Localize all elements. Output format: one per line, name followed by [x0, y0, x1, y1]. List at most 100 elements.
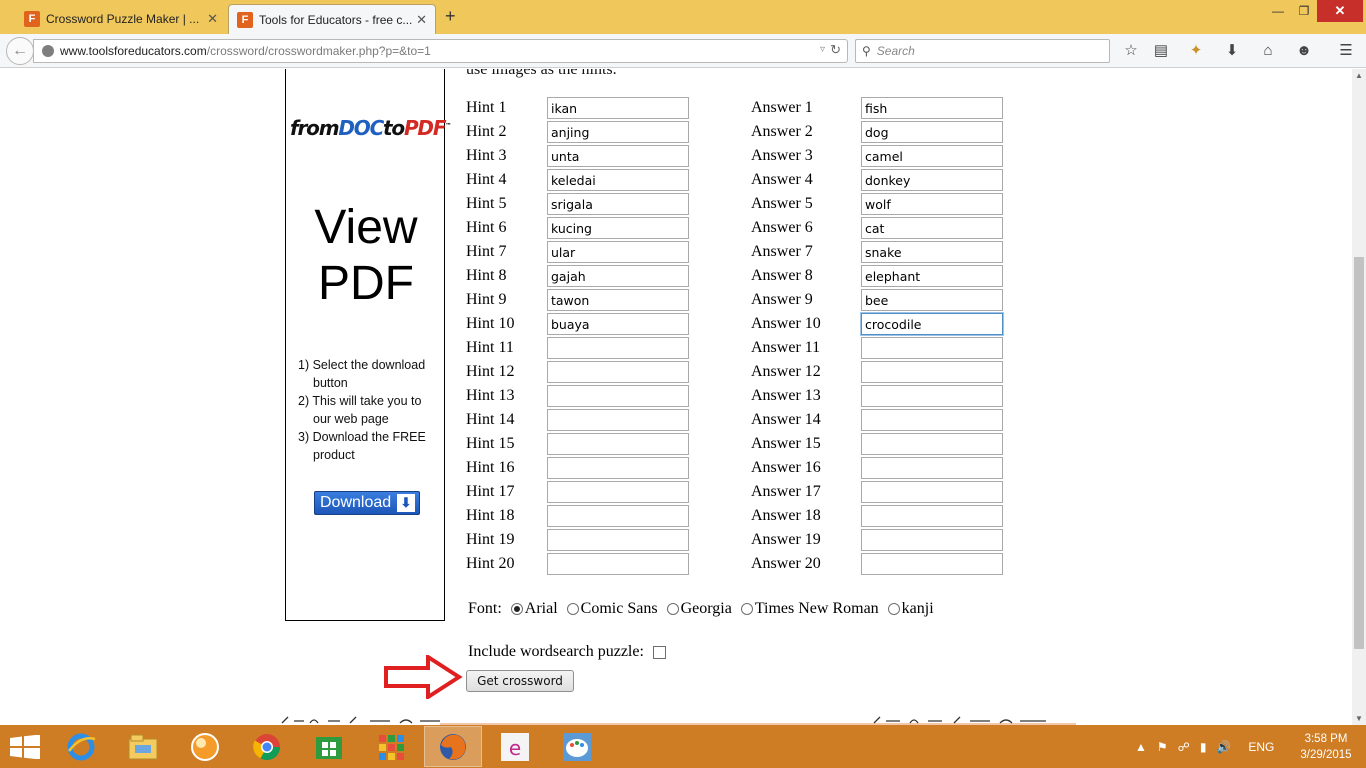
firefox-icon[interactable]: [424, 726, 482, 767]
answer-input[interactable]: [861, 241, 1003, 263]
search-input[interactable]: ⚲ Search: [855, 39, 1110, 63]
chrome-icon[interactable]: [238, 726, 296, 767]
tab-close-icon[interactable]: ✕: [207, 11, 218, 27]
hint-input[interactable]: [547, 409, 689, 431]
hint-label: Hint 16: [466, 459, 515, 476]
media-player-icon[interactable]: [176, 726, 234, 767]
answer-input[interactable]: [861, 169, 1003, 191]
hint-label: Hint 5: [466, 195, 507, 212]
answer-input[interactable]: [861, 217, 1003, 239]
answer-input[interactable]: [861, 505, 1003, 527]
hint-input[interactable]: [547, 505, 689, 527]
ad-download-button[interactable]: Download ⬇: [314, 491, 420, 515]
hint-input[interactable]: [547, 217, 689, 239]
pdf-advertisement[interactable]: fromDOCtoPDF™ View PDF 1) Select the dow…: [285, 69, 451, 621]
bookmark-star-icon[interactable]: ☆: [1121, 41, 1141, 61]
font-option-label[interactable]: Arial: [525, 600, 558, 618]
file-explorer-icon[interactable]: [114, 726, 172, 767]
hint-input[interactable]: [547, 121, 689, 143]
show-hidden-icons-icon[interactable]: ▲: [1135, 740, 1147, 754]
network-icon[interactable]: ☍: [1178, 740, 1190, 754]
answer-input[interactable]: [861, 433, 1003, 455]
answer-input[interactable]: [861, 193, 1003, 215]
hint-input[interactable]: [547, 529, 689, 551]
answer-input[interactable]: [861, 265, 1003, 287]
hint-input[interactable]: [547, 337, 689, 359]
answer-input[interactable]: [861, 481, 1003, 503]
url-history-dropdown-icon[interactable]: ▿: [820, 44, 825, 55]
apps-grid-icon[interactable]: [362, 726, 420, 767]
font-radio[interactable]: [740, 603, 753, 615]
get-crossword-button[interactable]: Get crossword: [466, 670, 574, 692]
answer-input[interactable]: [861, 361, 1003, 383]
tab-crossword-puzzle-maker[interactable]: F Crossword Puzzle Maker | ... ✕: [16, 4, 226, 34]
internet-explorer-icon[interactable]: [52, 726, 110, 767]
hint-input[interactable]: [547, 481, 689, 503]
answer-input[interactable]: [861, 385, 1003, 407]
hint-input[interactable]: [547, 313, 689, 335]
new-tab-button[interactable]: +: [445, 6, 456, 27]
home-icon[interactable]: ⌂: [1258, 41, 1278, 61]
font-option-label[interactable]: Times New Roman: [755, 600, 879, 618]
battery-icon[interactable]: ▮: [1200, 740, 1207, 754]
answer-input[interactable]: [861, 553, 1003, 575]
scroll-down-icon[interactable]: ▼: [1355, 714, 1363, 723]
wordsearch-checkbox[interactable]: [652, 645, 666, 659]
hint-input[interactable]: [547, 385, 689, 407]
answer-input[interactable]: [861, 121, 1003, 143]
font-option-label[interactable]: Georgia: [681, 600, 732, 618]
hint-input[interactable]: [547, 241, 689, 263]
language-indicator[interactable]: ENG: [1248, 740, 1274, 754]
reload-icon[interactable]: ↻: [830, 42, 841, 58]
answer-input[interactable]: [861, 409, 1003, 431]
download-icon[interactable]: ⬇: [1222, 41, 1242, 61]
menu-icon[interactable]: ☰: [1336, 41, 1356, 61]
hint-input[interactable]: [547, 289, 689, 311]
answer-input[interactable]: [861, 529, 1003, 551]
minimize-button[interactable]: —: [1265, 0, 1291, 22]
tab-close-icon[interactable]: ✕: [416, 12, 427, 28]
windows-start-icon[interactable]: [10, 735, 40, 759]
close-window-button[interactable]: ✕: [1317, 0, 1363, 22]
smartchem-icon[interactable]: e: [486, 726, 544, 767]
font-option-label[interactable]: Comic Sans: [581, 600, 658, 618]
font-radio[interactable]: [510, 603, 523, 615]
paint-icon[interactable]: [548, 726, 606, 767]
hint-input[interactable]: [547, 145, 689, 167]
font-radio[interactable]: [887, 603, 900, 615]
page-scrollbar[interactable]: ▲ ▼: [1352, 69, 1366, 725]
font-option-label[interactable]: kanji: [902, 600, 934, 618]
chat-icon[interactable]: ☻: [1294, 41, 1314, 61]
hint-input[interactable]: [547, 433, 689, 455]
tab-tools-for-educators[interactable]: F Tools for Educators - free c... ✕: [228, 4, 436, 34]
store-icon[interactable]: [300, 726, 358, 767]
action-center-flag-icon[interactable]: ⚑: [1157, 740, 1168, 754]
reading-list-icon[interactable]: ▤: [1151, 41, 1171, 61]
answer-input[interactable]: [861, 457, 1003, 479]
extension-icon[interactable]: ✦: [1186, 41, 1206, 61]
address-bar[interactable]: www.toolsforeducators.com/crossword/cros…: [33, 39, 848, 63]
back-arrow-icon: ←: [12, 42, 28, 59]
volume-icon[interactable]: 🔊: [1216, 740, 1231, 754]
hint-input[interactable]: [547, 193, 689, 215]
hint-label: Hint 18: [466, 507, 515, 524]
hint-input[interactable]: [547, 553, 689, 575]
font-radio[interactable]: [666, 603, 679, 615]
hint-input[interactable]: [547, 169, 689, 191]
hint-input[interactable]: [547, 361, 689, 383]
answer-input[interactable]: [861, 289, 1003, 311]
hint-input[interactable]: [547, 457, 689, 479]
hint-input[interactable]: [547, 265, 689, 287]
scroll-up-icon[interactable]: ▲: [1355, 71, 1363, 80]
answer-input[interactable]: [861, 313, 1003, 335]
font-radio[interactable]: [566, 603, 579, 615]
answer-input[interactable]: [861, 337, 1003, 359]
answer-input[interactable]: [861, 97, 1003, 119]
maximize-button[interactable]: ❐: [1291, 0, 1317, 22]
scroll-thumb[interactable]: [1354, 257, 1364, 649]
system-clock[interactable]: 3:58 PM 3/29/2015: [1296, 731, 1356, 763]
hint-input[interactable]: [547, 97, 689, 119]
back-button[interactable]: ←: [6, 37, 34, 65]
answer-input[interactable]: [861, 145, 1003, 167]
site-identity-icon[interactable]: [42, 45, 54, 57]
